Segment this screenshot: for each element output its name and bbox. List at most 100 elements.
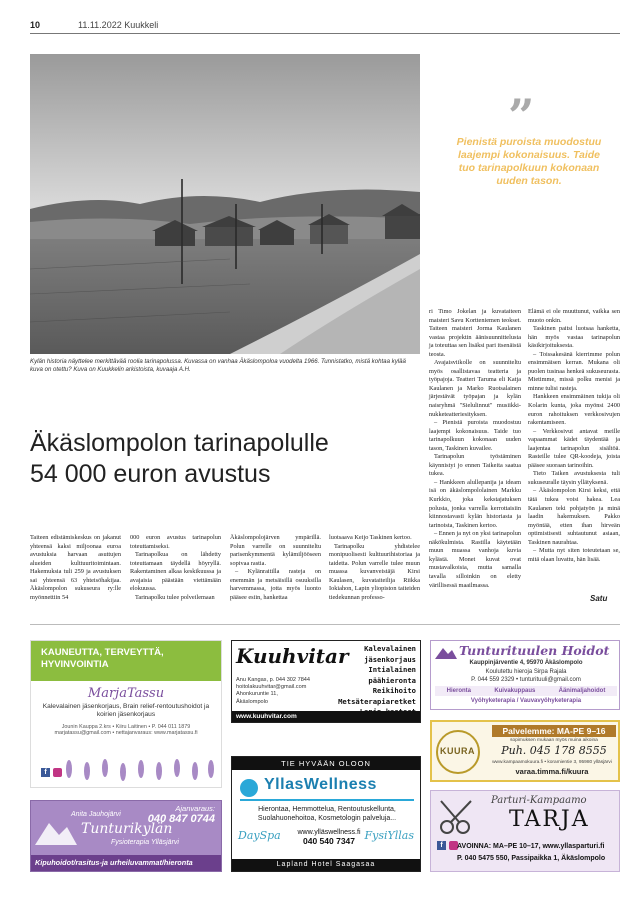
header-date: 11.11.2022 Kuukkeli (78, 20, 159, 30)
ad-contact: www.ylläswellness.fi 040 540 7347 (294, 829, 364, 846)
ad-business-name: Tunturituulen Hoidot (459, 643, 610, 658)
paragraph: Hankkeen ensimmäinen tukija oli Kolarin … (528, 393, 620, 427)
service-item: Reikihoito (372, 686, 416, 695)
paragraph: Taiteen edistämiskeskus on jakanut yhtee… (30, 534, 121, 601)
ad-note: sopimuksen mukaan myös muina aikoina (510, 738, 598, 743)
paragraph: luotsaava Keijo Taskinen kertoo. (329, 534, 412, 541)
header-divider (30, 33, 620, 34)
ad-opening-hours: Palvelemme: MA-PE 9–16 (492, 725, 616, 737)
quote-mark: ” (508, 89, 535, 143)
paragraph: – Verkkosivut antavat meille vapaammat k… (528, 427, 620, 469)
service-item: Intialainen päähieronta (368, 665, 416, 685)
ad-kuuhvitar[interactable]: Kuuhvitar Anu Kangas, p. 044 302 7844 ho… (231, 640, 421, 723)
paragraph: Tieto Taiken avustuksesta tuli sukuseura… (528, 470, 620, 486)
ad-address: Kauppinjärventie 4, 95970 Äkäslompolo (469, 660, 583, 666)
article-headline: Äkäslompolon tarinapolulle 54 000 euron … (30, 428, 420, 490)
headline-line-1: Äkäslompolon tarinapolulle (30, 429, 329, 457)
ad-services-2: Vyöhyketerapia / Vauvavyöhyketerapia (470, 698, 582, 704)
ad-hours: AVOINNA: MA–PE 10–17, www.yllasparturi.f… (457, 843, 605, 850)
ad-address: www.kampaamokuura.fi • koramientie 3, 95… (492, 760, 612, 765)
ads-divider (30, 624, 620, 625)
ad-services: Kalevalainen jäsenkorjaus, Brain relief-… (42, 703, 210, 719)
paragraph: Elämä ei ole muuttunut, vaikka sen muoto… (528, 308, 620, 324)
paragraph: Tarinapolku yhdistelee monipuolisesti ku… (329, 542, 420, 601)
paragraph: 000 euron avustus tarinapolun toteuttami… (130, 534, 221, 550)
paragraph: Tarinapolkua on lähdetty toteuttamaan tä… (130, 551, 221, 593)
paragraph: Avajaisviikolle on suunniteltu myös osal… (429, 359, 521, 418)
ad-contact: P. 044 559 2329 • tunturituuli@gmail.com (471, 677, 581, 683)
historic-photo (30, 54, 420, 354)
article-column-2: 000 euron avustus tarinapolun toteuttami… (130, 534, 221, 602)
article-column-5: ri Timo Jokelan ja kuvataiteen maisteri … (429, 308, 521, 590)
contact-line: Ahonkuruntie 11, (236, 691, 278, 698)
ad-person: Anita Jauhojärvi (71, 811, 121, 818)
ad-tagline: TIE HYVÄÄN OLOON (232, 757, 420, 770)
ad-services-list: Kalevalainen jäsenkorjaus Intialainen pä… (328, 644, 416, 718)
lavender-illustration (66, 759, 214, 781)
paragraph: – Äkäslompolon Kirsi keksi, että tätä tu… (528, 487, 620, 546)
contact-line: Anu Kangas, p. 044 302 7844 (236, 677, 311, 683)
paragraph: – Hankkeen alullepanija ja ideam isä on … (429, 478, 521, 529)
fysiyllas-logo: FysiYllas (364, 829, 414, 842)
article-column-1: Taiteen edistämiskeskus on jakanut yhtee… (30, 534, 121, 602)
mountain-icon (435, 648, 457, 659)
headline-line-2: 54 000 euron avustus (30, 460, 271, 488)
page-number: 10 (30, 20, 41, 30)
ylläs-logo-icon (240, 779, 258, 797)
ad-yllaswellness[interactable]: TIE HYVÄÄN OLOON YllasWellness Hierontaa… (231, 756, 421, 872)
ad-banner: KAUNEUTTA, TERVEYTTÄ, HYVINVOINTIA (31, 641, 221, 681)
photo-caption: Kylän historia näyttelee merkittävää roo… (30, 358, 406, 373)
ad-marjatassu[interactable]: KAUNEUTTA, TERVEYTTÄ, HYVINVOINTIA Marja… (30, 640, 222, 788)
paragraph: Taskinen paitsi luotsaa hanketta, hän my… (528, 325, 620, 350)
ad-business-name: Tunturikylän (81, 821, 173, 837)
facebook-icon[interactable]: f (41, 768, 50, 777)
ad-services-row: Hieronta Kuivakuppaus Äänimaljahoidot (435, 686, 617, 696)
article-column-4: luotsaava Keijo Taskinen kertoo. Tarinap… (329, 534, 420, 602)
ad-url[interactable]: www.kuuhvitar.com (232, 711, 420, 722)
service-item: Hieronta (446, 688, 471, 694)
service-item: Äänimaljahoidot (558, 688, 606, 694)
service-item: Kalevalainen jäsenkorjaus (364, 644, 416, 664)
paragraph: – Mutta nyt siten toteutetaan se, mitä o… (528, 547, 620, 563)
ad-footer: Kipuhoidot/rasitus-ja urheiluvammat/hier… (31, 855, 221, 871)
ad-subtitle: Fysioterapia Ylläsjärvi (111, 839, 179, 846)
service-item: Kuivakuppaus (494, 688, 536, 694)
paragraph: ri Timo Jokelan ja kuvataiteen maisteri … (429, 308, 521, 358)
paragraph: – Kylänraitilla rasteja on enemmän ja me… (230, 568, 321, 601)
ad-services: Hierontaa, Hemmottelua, Rentoutuskellunt… (257, 806, 397, 822)
ad-business-name: MarjaTassu (87, 686, 165, 701)
ad-contact: P. 040 5475 550, Passipaikka 1, Äkäslomp… (457, 855, 606, 862)
scissors-icon (440, 800, 472, 834)
paragraph: – Ennen ja nyt on yksi tarinapolun näkök… (429, 530, 521, 589)
ad-parturi-kampaamo-tarja[interactable]: Parturi-Kampaamo TARJA f AVOINNA: MA–PE … (430, 790, 620, 872)
ad-therapist: Koulutettu hieroja Sirpa Rajala (485, 669, 567, 675)
contact-line: hoitolakuuhvitar@gmail.com (236, 684, 307, 691)
paragraph: Tarinapolku tulee polveilemaan (135, 593, 215, 601)
ad-divider (240, 799, 414, 801)
paragraph: Äkäslompolojärven ympärillä. Polun varre… (230, 534, 321, 567)
article-column-6: Elämä ei ole muuttunut, vaikka sen muoto… (528, 308, 620, 564)
paragraph: – Toissakesänä kierrimme polun ensimmäis… (528, 350, 620, 392)
ad-business-name: YllasWellness (264, 776, 377, 793)
ad-phone[interactable]: Puh. 045 178 8555 (492, 744, 616, 757)
service-item: Metsäterapiaretket (338, 696, 416, 706)
ad-phone[interactable]: 040 540 7347 (294, 836, 364, 846)
ad-footer: Lapland Hotel Saagasaa (232, 859, 420, 871)
ad-tunturituulen-hoidot[interactable]: Tunturituulen Hoidot Kauppinjärventie 4,… (430, 640, 620, 710)
article-column-3: Äkäslompolojärven ympärillä. Polun varre… (230, 534, 321, 602)
facebook-icon[interactable]: f (437, 841, 446, 850)
ad-business-name: TARJA (509, 807, 590, 832)
ad-tunturikyla-fysioterapia[interactable]: Ajanvaraus: 040 847 0744 Anita Jauhojärv… (30, 800, 222, 872)
author-signature: Satu (590, 594, 608, 603)
mountain-logo-icon (35, 823, 77, 845)
pull-quote: Pienistä puroista muodostuu laajempi kok… (456, 136, 602, 187)
ad-contact: Anu Kangas, p. 044 302 7844 hoitolakuuhv… (236, 677, 310, 706)
ad-url[interactable]: www.ylläswellness.fi (294, 829, 364, 836)
ad-kampaamo-kuura[interactable]: KUURA Palvelemme: MA-PE 9–16 sopimuksen … (430, 720, 620, 782)
social-icons: f (437, 841, 458, 850)
paragraph: Tarinapolun työstäminen käynnistyi jo en… (429, 453, 521, 478)
village-photo-graphic (30, 54, 420, 354)
ad-subtitle: Parturi-Kampaamo (491, 795, 587, 806)
ad-booking-url[interactable]: varaa.timma.fi/kuura (486, 767, 618, 776)
paragraph: – Pienistä puroista muodostuu laajempi k… (429, 419, 521, 452)
